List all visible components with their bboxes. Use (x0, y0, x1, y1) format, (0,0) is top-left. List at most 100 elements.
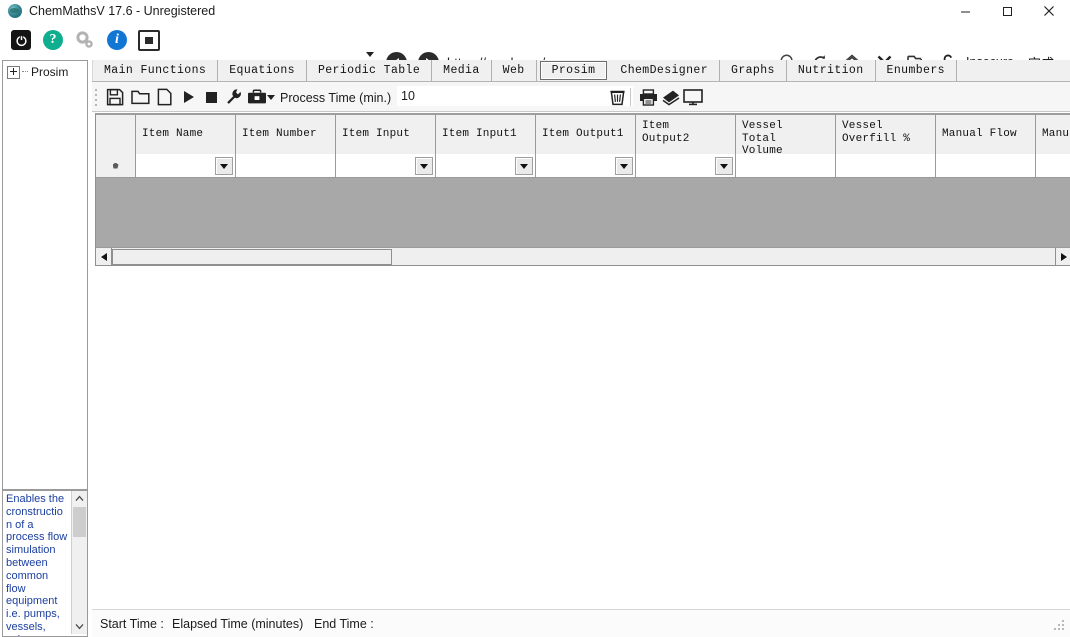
tree-item-label: Prosim (31, 65, 68, 79)
scroll-left-icon[interactable] (96, 248, 112, 265)
scroll-thumb[interactable] (112, 249, 392, 265)
cell-dropdown-button[interactable] (415, 157, 433, 175)
grid-header-row: Item NameItem NumberItem InputItem Input… (96, 115, 1070, 155)
grid-cell[interactable] (836, 154, 936, 177)
main-tab-strip: Main FunctionsEquationsPeriodic TableMed… (92, 60, 1070, 82)
pane-divider (89, 60, 91, 637)
column-header-item-input1[interactable]: Item Input1 (436, 115, 536, 154)
tab-media[interactable]: Media (432, 60, 492, 81)
grid-cell[interactable] (236, 154, 336, 177)
start-time-label: Start Time : (100, 617, 164, 631)
tab-main-functions[interactable]: Main Functions (92, 60, 218, 81)
scroll-right-icon[interactable] (1055, 248, 1070, 265)
cell-dropdown-button[interactable] (215, 157, 233, 175)
title-bar: ChemMathsV 17.6 - Unregistered (0, 0, 1070, 22)
power-icon[interactable] (10, 29, 32, 51)
minimize-button[interactable] (944, 0, 986, 22)
column-header-manua[interactable]: Manua (1036, 115, 1070, 154)
grid-cell[interactable] (636, 154, 736, 177)
wrench-icon[interactable] (223, 87, 245, 107)
export-icon[interactable] (660, 87, 682, 107)
tab-chemdesigner[interactable]: ChemDesigner (609, 60, 720, 81)
chevron-down-icon[interactable] (72, 619, 87, 634)
grid-cell[interactable] (736, 154, 836, 177)
tab-enumbers[interactable]: Enumbers (876, 60, 957, 81)
application-window: ChemMathsV 17.6 - Unregistered (0, 0, 1070, 637)
open-folder-icon[interactable] (129, 87, 151, 107)
column-header-vessel-total-volume[interactable]: VesselTotalVolume (736, 115, 836, 154)
chevron-down-icon (720, 164, 728, 169)
grid-cell[interactable] (336, 154, 436, 177)
app-globe-icon (8, 4, 22, 18)
grid-cell[interactable] (936, 154, 1036, 177)
help-scroll-thumb[interactable] (73, 507, 86, 537)
help-scrollbar[interactable] (71, 491, 87, 634)
column-header-manual-flow[interactable]: Manual Flow (936, 115, 1036, 154)
grid-cell[interactable] (1036, 154, 1070, 177)
cell-dropdown-button[interactable] (615, 157, 633, 175)
chevron-down-icon (420, 164, 428, 169)
process-time-label: Process Time (min.) (280, 91, 391, 105)
tree-connector (22, 71, 28, 73)
trash-icon[interactable] (606, 87, 628, 107)
column-header-item-number[interactable]: Item Number (236, 115, 336, 154)
monitor-icon[interactable] (138, 29, 160, 51)
save-icon[interactable] (104, 87, 126, 107)
window-controls (944, 0, 1070, 22)
tab-periodic-table[interactable]: Periodic Table (307, 60, 432, 81)
toolbar-separator (630, 88, 631, 106)
tab-equations[interactable]: Equations (218, 60, 307, 81)
column-header-item-name[interactable]: Item Name (136, 115, 236, 154)
column-header-row-selector[interactable] (96, 115, 136, 154)
print-icon[interactable] (637, 87, 659, 107)
prosim-toolbar: Process Time (min.) (92, 82, 1070, 112)
cell-dropdown-button[interactable] (715, 157, 733, 175)
elapsed-time-label: Elapsed Time (minutes) (172, 617, 303, 631)
grid-horizontal-scrollbar[interactable] (96, 247, 1070, 265)
toolbox-dropdown-icon[interactable] (266, 87, 276, 107)
column-header-item-output2[interactable]: ItemOutput2 (636, 115, 736, 154)
close-button[interactable] (1028, 0, 1070, 22)
info-icon[interactable]: i (106, 29, 128, 51)
grid-cell[interactable] (136, 154, 236, 177)
toolbar-grip[interactable] (95, 89, 98, 104)
column-header-item-input[interactable]: Item Input (336, 115, 436, 154)
table-row[interactable] (96, 154, 1070, 178)
tab-graphs[interactable]: Graphs (720, 60, 787, 81)
help-description-text: Enables the cronstruction of a process f… (6, 493, 68, 637)
run-play-icon[interactable] (177, 87, 199, 107)
chevron-up-icon[interactable] (72, 491, 87, 506)
grid-cell[interactable] (536, 154, 636, 177)
help-icon[interactable]: ? (42, 29, 64, 51)
window-title: ChemMathsV 17.6 - Unregistered (29, 4, 215, 18)
process-time-input[interactable] (397, 86, 633, 106)
column-header-vessel-overfill[interactable]: VesselOverfill % (836, 115, 936, 154)
prosim-tree-pane: Prosim (2, 60, 88, 490)
plus-expander-icon[interactable] (7, 66, 20, 79)
chevron-down-icon (220, 164, 228, 169)
browser-toolbar: ? i https://cesd.com/ (0, 22, 1070, 58)
end-time-label: End Time : (314, 617, 374, 631)
tree-item-prosim[interactable]: Prosim (3, 61, 87, 79)
toolbox-icon[interactable] (246, 87, 268, 107)
status-bar: Start Time : Elapsed Time (minutes) End … (92, 609, 1070, 637)
prosim-data-grid: Item NameItem NumberItem InputItem Input… (95, 113, 1070, 266)
chevron-down-icon (620, 164, 628, 169)
chevron-down-icon[interactable] (364, 49, 376, 59)
cell-dropdown-button[interactable] (515, 157, 533, 175)
chevron-down-icon (520, 164, 528, 169)
tab-web[interactable]: Web (492, 60, 537, 81)
tab-nutrition[interactable]: Nutrition (787, 60, 876, 81)
scroll-track[interactable] (112, 248, 1070, 265)
help-description-box: Enables the cronstruction of a process f… (2, 490, 88, 637)
settings-gear-icon[interactable] (74, 29, 96, 51)
new-file-icon[interactable] (153, 87, 175, 107)
row-header-cell[interactable] (96, 154, 136, 177)
tab-prosim[interactable]: Prosim (540, 61, 608, 80)
resize-grip-icon[interactable] (1052, 620, 1065, 633)
stop-square-icon[interactable] (200, 87, 222, 107)
grid-cell[interactable] (436, 154, 536, 177)
display-icon[interactable] (682, 87, 704, 107)
column-header-item-output1[interactable]: Item Output1 (536, 115, 636, 154)
maximize-button[interactable] (986, 0, 1028, 22)
